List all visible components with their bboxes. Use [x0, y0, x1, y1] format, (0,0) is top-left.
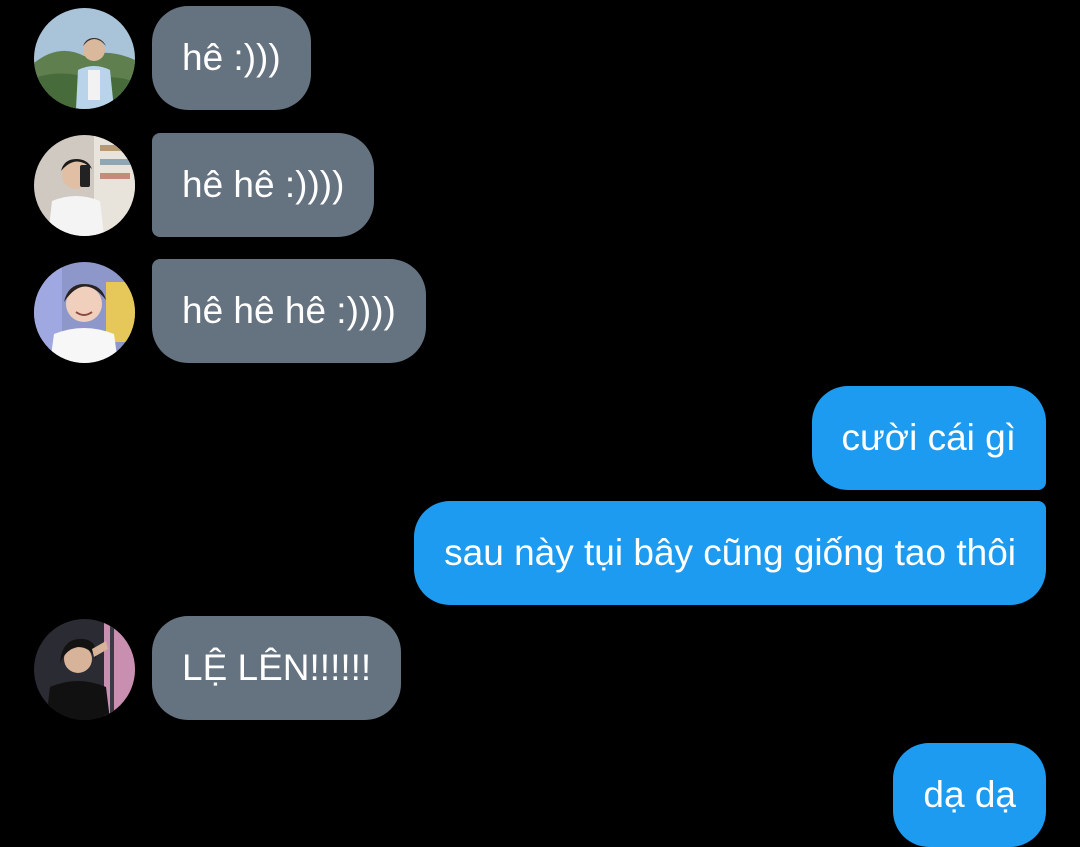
message-bubble-incoming[interactable]: hê hê hê :)))) — [152, 259, 426, 363]
message-bubble-incoming[interactable]: hê :))) — [152, 6, 311, 110]
message-text: dạ dạ — [923, 774, 1016, 815]
message-text: sau này tụi bây cũng giống tao thôi — [444, 532, 1016, 573]
avatar-photo-dark-shirt — [34, 619, 135, 720]
message-bubble-outgoing[interactable]: dạ dạ — [893, 743, 1046, 847]
message-text: cười cái gì — [841, 417, 1016, 458]
avatar-photo-mirror-selfie — [34, 135, 135, 236]
sender-avatar-4[interactable] — [34, 619, 135, 720]
message-bubble-incoming[interactable]: hê hê :)))) — [152, 133, 375, 237]
message-text: hê hê :)))) — [182, 164, 345, 205]
message-text: hê :))) — [182, 37, 281, 78]
message-bubble-outgoing[interactable]: cười cái gì — [811, 386, 1046, 490]
message-bubble-incoming[interactable]: LỆ LÊN!!!!!! — [152, 616, 402, 720]
message-bubble-outgoing[interactable]: sau này tụi bây cũng giống tao thôi — [414, 501, 1046, 605]
message-text: LỆ LÊN!!!!!! — [182, 647, 372, 688]
avatar-photo-outdoor — [34, 8, 135, 109]
sender-avatar-1[interactable] — [34, 8, 135, 109]
message-text: hê hê hê :)))) — [182, 290, 396, 331]
sender-avatar-3[interactable] — [34, 262, 135, 363]
sender-avatar-2[interactable] — [34, 135, 135, 236]
chat-thread: hê :))) hê hê :)))) hê hê hê:)))) cười … — [0, 0, 1080, 847]
avatar-photo-smiling — [34, 262, 135, 363]
